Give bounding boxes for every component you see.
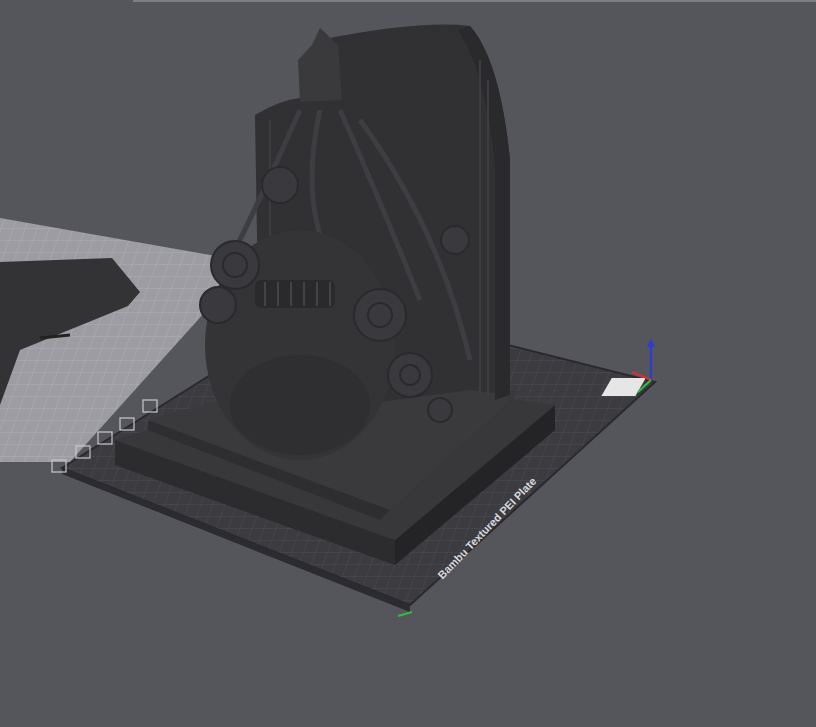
3d-viewport[interactable]: Bambu Textured PEI Plate xyxy=(0,0,816,727)
scene-canvas[interactable] xyxy=(0,0,816,727)
